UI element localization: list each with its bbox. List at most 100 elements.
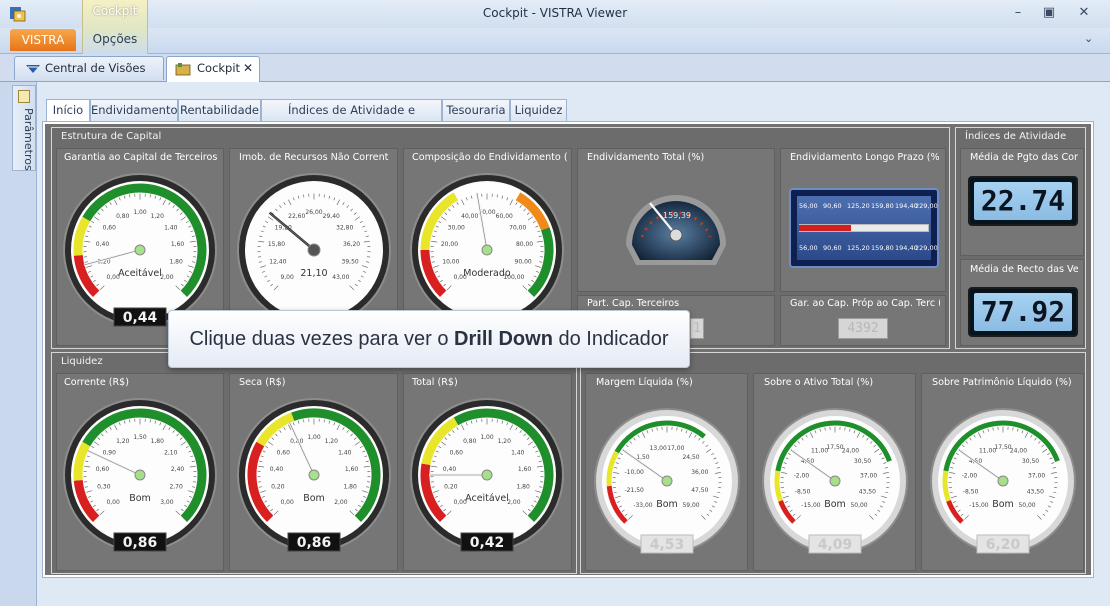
gauge-tick-label: 1,00 [307, 434, 321, 441]
gauge-value: 4,53 [650, 537, 685, 553]
gauge-tick-label: 1,40 [164, 225, 178, 232]
lcd-gar-cap-prop: 4392 [838, 318, 888, 339]
gauge-endiv-total-value: 159,39 [663, 211, 691, 220]
tick-label: 56,00 [799, 244, 818, 252]
gauge-tick-label: -2,00 [794, 473, 810, 480]
gauge-status: Aceitável [118, 268, 162, 279]
gauge-margem[interactable]: -33,00 -21,50 -10,00 1,50 13,00 17,00 24,50 36,… [593, 407, 741, 555]
context-group-label: Cockpit [92, 4, 138, 18]
gauge-tick-label: 2,70 [169, 484, 183, 491]
gauge-hub [307, 243, 321, 257]
sped-logo-icon [26, 65, 40, 73]
gauge-tick-label: 0,20 [271, 484, 285, 491]
parameters-icon [18, 90, 30, 103]
window-title: Cockpit - VISTRA Viewer [482, 6, 628, 20]
gauge-tick-label: 1,00 [133, 209, 147, 216]
minimize-icon[interactable]: – [1007, 3, 1029, 23]
gauge-tick-label: 59,00 [682, 502, 699, 509]
gauge-tick-label: 2,10 [164, 450, 178, 457]
gauge-hub [661, 475, 673, 487]
gauge-tick-label: 1,50 [133, 434, 147, 441]
gauge-seca[interactable]: 0,00 0,20 0,40 0,60 0,80 1,00 1,20 1,40 1,60 1,80… [236, 397, 392, 553]
gauge-ativo-total[interactable]: -15,00-8,50-2,004,5011,0017,5024,0030,50… [761, 407, 909, 555]
gauge-tick-label: -33,00 [633, 502, 653, 509]
tab-endividamento[interactable]: Endividamento [90, 99, 178, 121]
gauge-tick-label: 2,00 [507, 499, 521, 506]
gauge-hub [134, 469, 146, 481]
gauge-hub [134, 244, 146, 256]
gauge-tick-label: 9,00 [280, 274, 294, 281]
gauge-tick-label: 0,00 [280, 499, 294, 506]
gauge-tick-label: 0,60 [277, 450, 291, 457]
gauge-tick-label: 24,00 [1010, 448, 1027, 455]
gauge-tick-label: 50,00 [1018, 502, 1035, 509]
gauge-tick-label: 12,40 [269, 259, 286, 266]
gauge-tick-label: 0,20 [444, 484, 458, 491]
app-menu-tab[interactable]: VISTRA [10, 29, 76, 51]
gauge-tick-label: 0,40 [96, 241, 110, 248]
panel-title: Endividamento Total (%) [587, 152, 705, 163]
gauge-value: 0,86 [297, 535, 332, 551]
gauge-patrimonio[interactable]: -15,00-8,50-2,004,5011,0017,5024,0030,50… [929, 407, 1077, 555]
gauge-tick-label: 1,20 [325, 438, 339, 445]
gauge-tick-label: 30,50 [1022, 458, 1039, 465]
gauge-tick-label: 1,40 [511, 450, 525, 457]
gauge-tick-label: 39,50 [342, 259, 359, 266]
gauge-tick-label: 30,00 [448, 225, 465, 232]
ribbon [0, 28, 1110, 54]
bar-gauge-endiv-lp[interactable]: 56,00 90,60 125,20 159,80 194,40 229,00 … [789, 188, 939, 268]
gauge-hub [308, 469, 320, 481]
tick-label: 125,20 [847, 244, 870, 252]
doc-tab-cockpit[interactable]: Cockpit ✕ [166, 56, 260, 82]
bar-ticks-top: 56,00 90,60 125,20 159,80 194,40 229,00 [799, 202, 938, 220]
panel-title: Média de Pgto das Comp [970, 152, 1078, 163]
maximize-icon[interactable]: ▣ [1038, 3, 1060, 23]
close-icon[interactable]: ✕ [1073, 3, 1095, 23]
tab-inicio[interactable]: Início [46, 99, 90, 122]
tick-label: 125,20 [847, 202, 870, 210]
gauge-tick-label: 1,40 [338, 450, 352, 457]
gauge-tick-label: 47,50 [691, 487, 708, 494]
group-title: Índices de Atividade [965, 131, 1067, 142]
tab-opcoes[interactable]: Opções [86, 32, 144, 46]
panel-title: Total (R$) [412, 377, 458, 388]
gauge-endiv-total[interactable] [620, 175, 732, 270]
tick-label: 56,00 [799, 202, 818, 210]
gauge-tick-label: 2,00 [160, 274, 174, 281]
panel-title: Gar. ao Cap. Próp ao Cap. Terc (% [790, 298, 940, 309]
gauge-tick-label: 0,60 [450, 450, 464, 457]
ribbon-collapse-icon[interactable]: ⌄ [1084, 32, 1093, 45]
drill-down-tooltip: Clique duas vezes para ver o Drill Down … [168, 310, 690, 368]
tick-label: 90,60 [823, 244, 842, 252]
gauge-status: 21,10 [300, 268, 327, 279]
gauge-imob[interactable]: 9,00 12,40 15,80 19,20 22,60 26,00 29,40 32,80 3… [236, 172, 392, 328]
gauge-composicao[interactable]: 0,00 10,00 20,00 30,00 40,00 50,00 60,00 70,00 8… [409, 172, 565, 328]
gauge-tick-label: 26,00 [305, 209, 322, 216]
gauge-status: Bom [824, 499, 846, 510]
gauge-corrente[interactable]: 0,00 0,30 0,60 0,90 1,20 1,50 1,80 2,10 2,40 2,70… [62, 397, 218, 553]
tab-liquidez[interactable]: Liquidez [510, 99, 567, 121]
gauge-tick-label: -2,00 [962, 473, 978, 480]
gauge-tick-label: 0,60 [96, 466, 110, 473]
gauge-tick-label: 0,40 [443, 466, 457, 473]
gauge-total[interactable]: 0,00 0,20 0,40 0,60 0,80 1,00 1,20 1,40 1,60 1,80… [409, 397, 565, 553]
gauge-tick-label: 1,60 [345, 466, 359, 473]
gauge-tick-label: 20,00 [441, 241, 458, 248]
gauge-hub [481, 244, 493, 256]
close-tab-icon[interactable]: ✕ [243, 57, 253, 79]
tick-label: 159,80 [871, 202, 894, 210]
tab-indices-atividade[interactable]: Índices de Atividade e Insolvência [261, 99, 442, 138]
panel-title: Margem Líquida (%) [596, 377, 693, 388]
gauge-tick-label: 22,60 [288, 213, 305, 220]
bar-ticks-bottom: 56,00 90,60 125,20 159,80 194,40 229,00 [799, 244, 938, 254]
gauge-tick-label: 0,90 [103, 450, 117, 457]
parameters-label: Parâmetros [22, 108, 35, 171]
group-title: Liquidez [61, 356, 103, 367]
tab-rentabilidade[interactable]: Rentabilidade [178, 99, 261, 121]
gauge-tick-label: 36,00 [691, 469, 708, 476]
tab-tesouraria[interactable]: Tesouraria [442, 99, 510, 121]
tick-label: 90,60 [823, 202, 842, 210]
gauge-status: Aceitável [465, 493, 509, 504]
doc-tab-central[interactable]: Central de Visões SPED [14, 56, 164, 97]
gauge-garantia[interactable]: 0,00 0,20 0,40 0,60 0,80 1,00 1,20 1,40 1,60 1,80… [62, 172, 218, 328]
